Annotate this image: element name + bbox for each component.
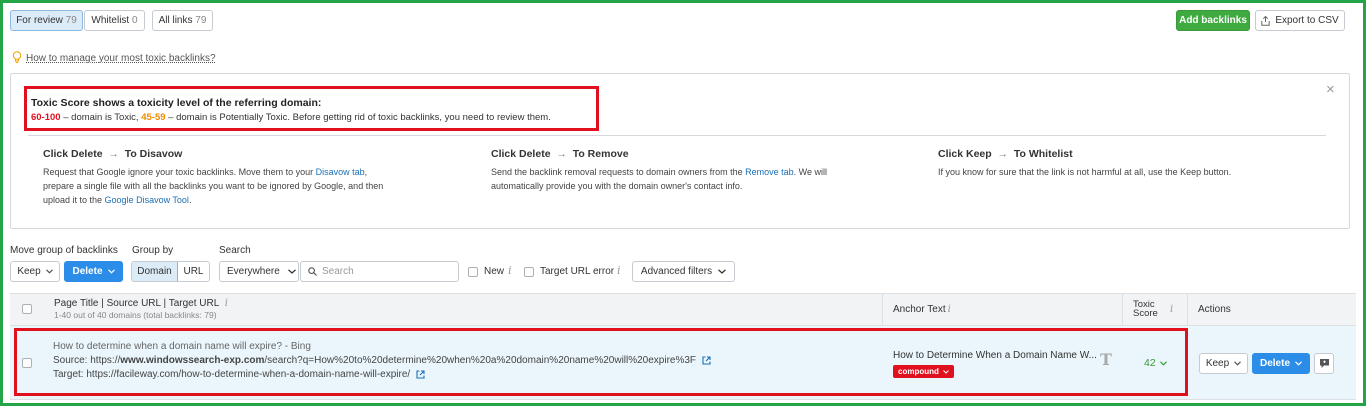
search-scope-label: Everywhere [227,266,280,277]
header-toxic-info-icon: i [1170,304,1174,315]
info-col-disavow-line1: Request that Google ignore your toxic ba… [43,167,368,177]
target-url-error-info-icon: i [617,264,621,277]
group-by-label: Group by [132,245,174,256]
arrow-icon: → [997,148,1009,160]
target-url-error-checkbox[interactable] [524,267,534,277]
comment-icon [1319,358,1330,369]
header-divider [1187,294,1188,325]
disavow-tab-link[interactable]: Disavow tab [316,167,365,177]
info-col-disavow-heading: Click Delete → To Disavow [43,148,183,160]
target-url-error-label: Target URL error [540,266,615,277]
export-csv-label: Export to CSV [1275,15,1339,26]
info-col-remove-heading: Click Delete → To Remove [491,148,629,160]
advanced-filters-dropdown[interactable]: Advanced filters [632,261,735,282]
info-col-whitelist-heading: Click Keep → To Whitelist [938,148,1073,160]
header-page-title-info-icon: i [224,298,228,309]
header-divider [882,294,883,325]
arrow-icon: → [556,148,567,160]
info-col-disavow: Click Delete → To Disavow Request that G… [43,148,453,207]
move-keep-dropdown[interactable]: Keep [10,261,60,282]
row-keep-label: Keep [1205,358,1230,369]
info-col-remove-line1: Send the backlink removal requests to do… [491,167,828,177]
tab-for-review-label: For review [16,15,63,26]
info-col-whitelist: Click Keep → To Whitelist If you know fo… [938,148,1338,179]
new-checkbox[interactable] [468,267,478,277]
row-keep-dropdown[interactable]: Keep [1199,353,1248,374]
tab-all-links-label: All links [158,15,193,26]
search-placeholder: Search [322,266,354,277]
info-col-whitelist-line1: If you know for sure that the link is no… [938,167,1232,177]
info-col-disavow-line3: upload it to the Google Disavow Tool. [43,195,192,205]
info-col-disavow-line2: prepare a single file with all the backl… [43,181,384,191]
close-icon[interactable]: × [1326,82,1335,97]
search-input[interactable]: Search [300,261,459,282]
chevron-down-icon [287,269,296,274]
chevron-down-icon [1295,361,1302,366]
header-anchor-info-icon: i [947,304,951,315]
remove-tab-link[interactable]: Remove tab [745,167,794,177]
search-icon [308,267,317,276]
select-all-checkbox[interactable] [22,304,32,314]
row-highlight [14,328,1188,396]
tab-for-review[interactable]: For review 79 [10,10,83,31]
chevron-down-icon [718,269,727,274]
lightbulb-icon [12,51,22,64]
tab-all-links[interactable]: All links 79 [152,10,213,31]
help-link[interactable]: How to manage your most toxic backlinks? [26,53,216,64]
header-anchor-text: Anchor Text i [893,304,951,315]
header-page-title: Page Title | Source URL | Target URL i [54,298,228,309]
new-label: New [484,266,505,277]
chevron-down-icon [45,269,53,274]
header-subtitle: 1-40 out of 40 domains (total backlinks:… [54,310,217,320]
row-comment-button[interactable] [1314,353,1334,374]
toxic-score-highlight [24,86,599,131]
tab-whitelist-count: 0 [132,15,138,26]
add-backlinks-button[interactable]: Add backlinks [1176,10,1250,31]
row-delete-label: Delete [1259,358,1290,369]
google-disavow-tool-link[interactable]: Google Disavow Tool [105,195,189,205]
search-label: Search [219,245,251,256]
header-actions: Actions [1198,304,1231,315]
move-group-label: Move group of backlinks [10,245,118,256]
tab-for-review-count: 79 [65,15,77,26]
chevron-down-icon [1234,361,1242,366]
move-delete-label: Delete [72,266,103,277]
row-delete-dropdown[interactable]: Delete [1252,353,1310,374]
export-csv-button[interactable]: Export to CSV [1255,10,1345,31]
group-by-domain[interactable]: Domain [132,262,178,281]
info-divider [28,135,1326,136]
move-keep-label: Keep [17,266,41,277]
tab-whitelist[interactable]: Whitelist 0 [84,10,145,31]
info-col-remove: Click Delete → To Remove Send the backli… [491,148,891,193]
group-by-toggle: Domain URL [131,261,210,282]
tab-all-links-count: 79 [195,15,207,26]
info-col-remove-line2: automatically provide you with the domai… [491,181,743,191]
search-scope-dropdown[interactable]: Everywhere [219,261,299,282]
header-toxic-score: Toxic Score [1133,299,1158,319]
arrow-icon: → [108,148,119,160]
chevron-down-icon [107,269,115,274]
group-by-url[interactable]: URL [178,262,209,281]
tab-whitelist-label: Whitelist [91,15,130,26]
header-divider [1122,294,1123,325]
advanced-filters-label: Advanced filters [640,266,713,277]
new-info-icon: i [508,264,512,277]
move-delete-dropdown[interactable]: Delete [64,261,123,282]
export-icon [1261,15,1271,26]
